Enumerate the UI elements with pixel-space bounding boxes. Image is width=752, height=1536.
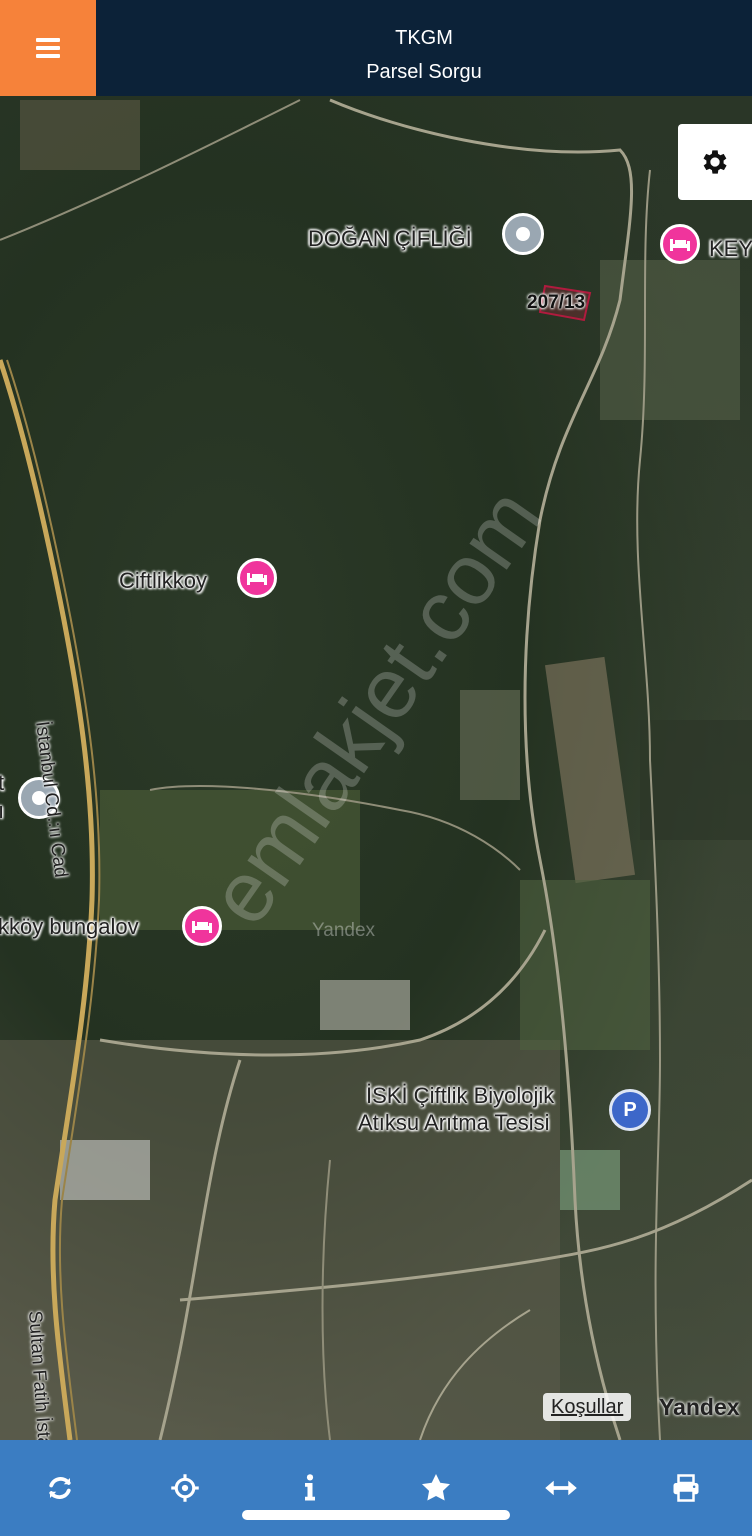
poi-label-iski-2: Atıksu Arıtma Tesisi <box>358 1110 550 1135</box>
poi-label-left-2: ı <box>0 798 5 823</box>
locate-button[interactable] <box>161 1464 209 1512</box>
measure-icon <box>545 1480 577 1496</box>
yandex-watermark: Yandex <box>312 920 376 941</box>
poi-label-iski-1: İSKİ Çiftlik Biyolojik <box>366 1083 555 1108</box>
yandex-logo[interactable]: Yandex <box>659 1394 740 1421</box>
refresh-icon <box>49 1477 71 1499</box>
title-box: TKGM Parsel Sorgu <box>96 0 752 96</box>
poi-pin-icon[interactable] <box>502 213 544 255</box>
app-title: TKGM <box>395 27 453 49</box>
poi-label-ciftlikkoy: Ciftlikkoy <box>119 568 208 593</box>
satellite-map[interactable]: emlakjet.com Yandex <box>0 96 752 1440</box>
hamburger-icon <box>36 38 60 58</box>
settings-button[interactable] <box>678 124 752 200</box>
bottom-toolbar <box>0 1440 752 1536</box>
measure-button[interactable] <box>537 1464 585 1512</box>
print-icon <box>673 1474 699 1502</box>
star-icon <box>422 1474 450 1501</box>
hotel-pin-icon[interactable] <box>660 224 700 264</box>
terms-link[interactable]: Koşullar <box>543 1393 632 1421</box>
menu-button[interactable] <box>0 0 96 96</box>
home-indicator[interactable] <box>242 1510 510 1520</box>
print-button[interactable] <box>662 1464 710 1512</box>
refresh-button[interactable] <box>36 1464 84 1512</box>
poi-label-bungalov: kköy bungalov <box>0 914 139 939</box>
app-header: TKGM Parsel Sorgu <box>0 0 752 96</box>
favorite-button[interactable] <box>412 1464 460 1512</box>
info-button[interactable] <box>286 1464 334 1512</box>
poi-label-left-1: t <box>0 770 5 795</box>
info-icon <box>305 1474 315 1501</box>
parcel-label[interactable]: 207/13 <box>527 292 585 314</box>
gear-icon <box>703 150 727 174</box>
hotel-pin-icon[interactable] <box>182 906 222 946</box>
crosshair-icon <box>171 1474 199 1502</box>
hotel-pin-icon[interactable] <box>237 558 277 598</box>
app-subtitle: Parsel Sorgu <box>366 61 482 83</box>
parking-pin-icon[interactable]: P <box>609 1089 651 1131</box>
poi-label-dogan-ciftligi: DOĞAN ÇİFLİĞİ <box>308 226 472 251</box>
poi-label-key: KEY <box>709 236 752 261</box>
